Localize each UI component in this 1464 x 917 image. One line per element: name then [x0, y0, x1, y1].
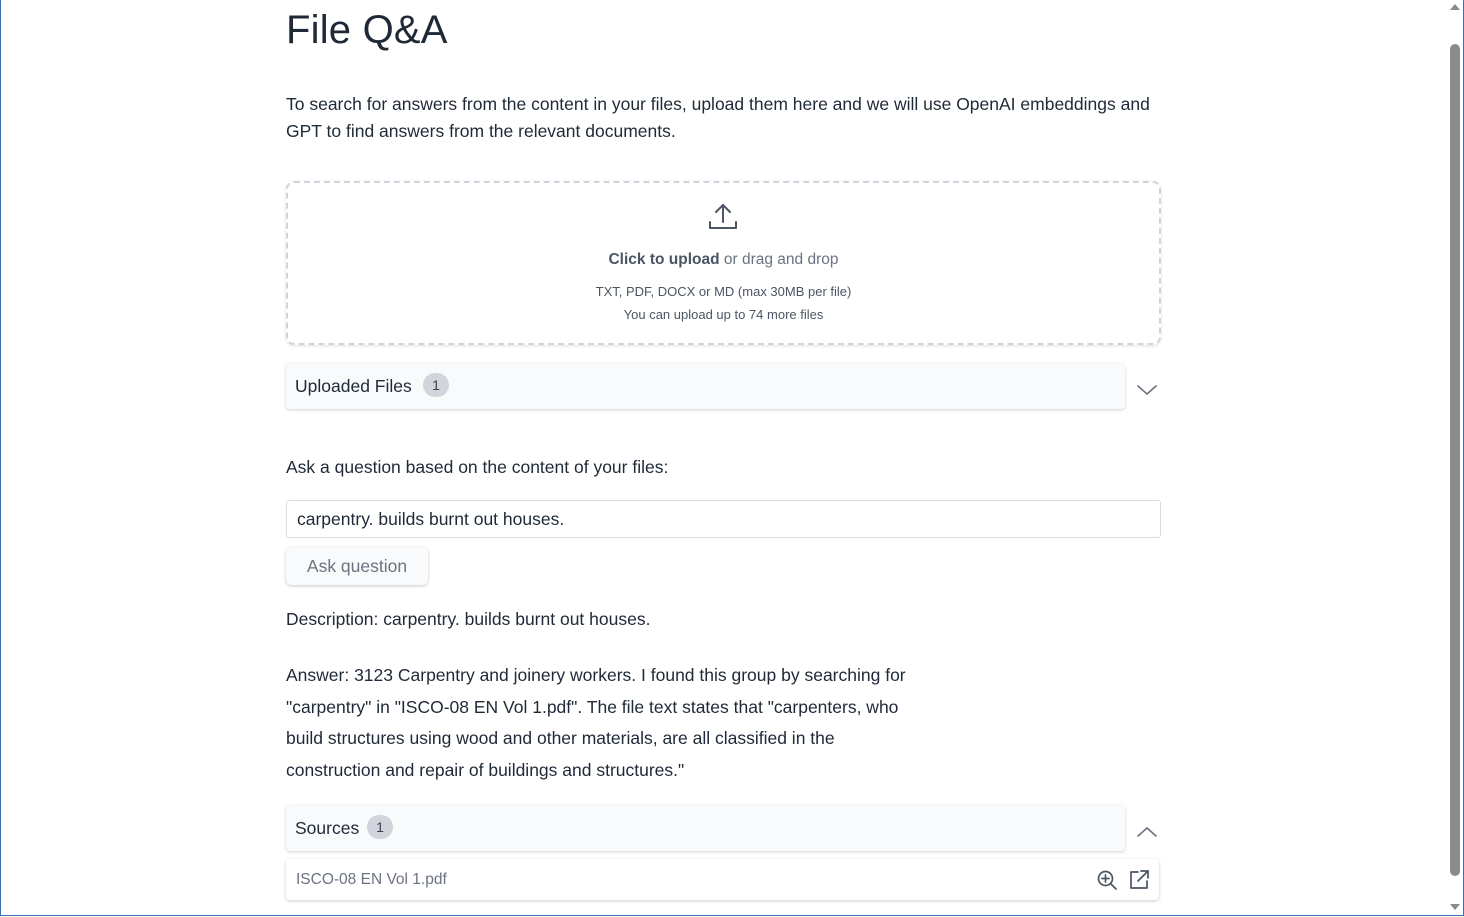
chevron-up-icon[interactable] [1135, 820, 1159, 844]
sources-label: Sources [295, 818, 360, 838]
click-to-upload-link[interactable]: Click to upload [608, 251, 719, 268]
scroll-up-arrow-icon[interactable] [1450, 4, 1460, 10]
source-item[interactable]: ISCO-08 EN Vol 1.pdf [286, 859, 1159, 900]
file-format-hint: TXT, PDF, DOCX or MD (max 30MB per file) [595, 284, 852, 299]
scrollbar-thumb[interactable] [1450, 44, 1460, 876]
remaining-files-hint: You can upload up to 74 more files [623, 307, 824, 322]
question-input[interactable]: carpentry. builds burnt out houses. [286, 500, 1161, 538]
sources-count-badge: 1 [367, 815, 393, 839]
uploaded-files-accordion[interactable]: Uploaded Files 1 [286, 363, 1125, 409]
intro-text: To search for answers from the content i… [286, 94, 1150, 141]
page-title: File Q&A [286, 8, 448, 52]
description-text: Description: carpentry. builds burnt out… [286, 609, 651, 629]
upload-icon [709, 204, 737, 229]
file-dropzone[interactable]: Click to upload or drag and drop TXT, PD… [286, 181, 1161, 345]
chevron-down-icon[interactable] [1135, 378, 1159, 402]
ask-question-button[interactable]: Ask question [286, 547, 428, 585]
drag-and-drop-text: or drag and drop [719, 251, 839, 268]
answer-text: Answer: 3123 Carpentry and joinery worke… [286, 665, 906, 781]
question-prompt-label: Ask a question based on the content of y… [286, 457, 669, 477]
vertical-scrollbar[interactable] [1447, 0, 1463, 915]
uploaded-files-count-badge: 1 [423, 373, 449, 397]
upload-instruction: Click to upload or drag and drop [288, 251, 1159, 269]
source-file-name: ISCO-08 EN Vol 1.pdf [296, 871, 447, 888]
scroll-down-arrow-icon[interactable] [1450, 904, 1460, 910]
zoom-in-icon[interactable] [1096, 869, 1118, 891]
uploaded-files-label: Uploaded Files [295, 376, 412, 396]
external-link-icon[interactable] [1128, 869, 1150, 891]
question-input-value: carpentry. builds burnt out houses. [297, 509, 565, 529]
sources-accordion[interactable]: Sources 1 [286, 805, 1125, 851]
